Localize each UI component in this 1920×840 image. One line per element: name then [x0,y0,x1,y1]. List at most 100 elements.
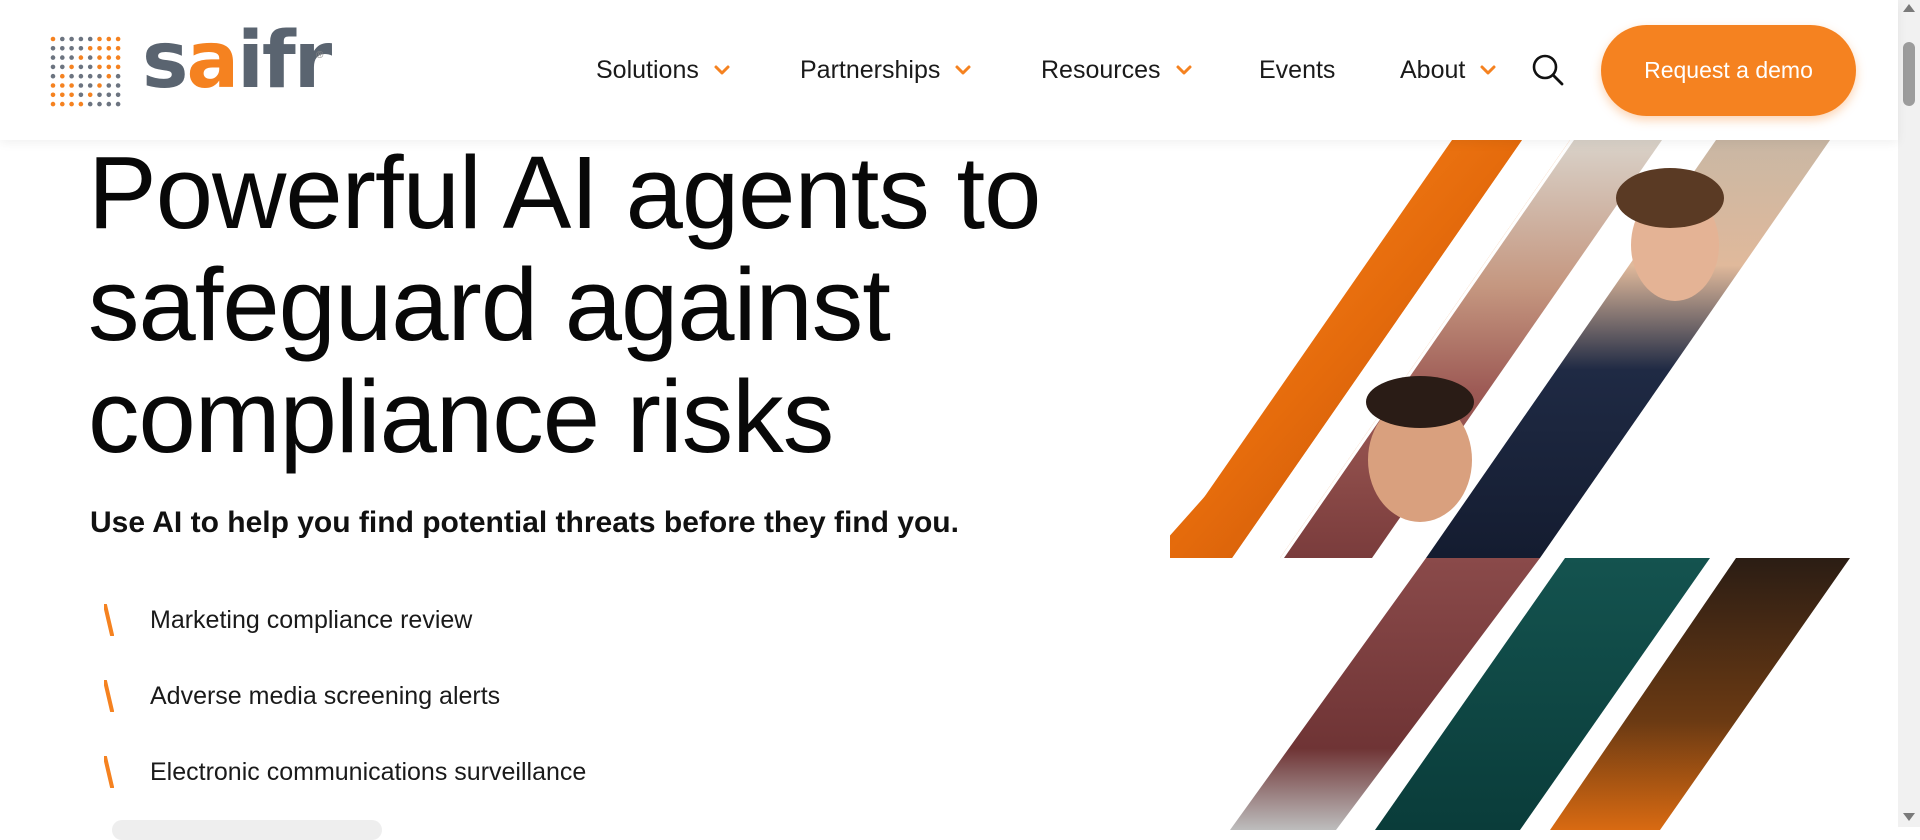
feature-text: Electronic communications surveillance [150,757,587,786]
logo-dot [50,101,56,107]
logo-dot [97,55,102,60]
nav-item-about[interactable]: About [1400,52,1497,88]
logo-dot [115,101,121,107]
logo-dot [78,64,84,70]
logo-dot [78,83,84,88]
nav-item-solutions[interactable]: Solutions [596,52,731,88]
hero-title-line: safeguard against [88,247,891,362]
registered-mark: ® [316,50,324,61]
scroll-thumb[interactable] [1903,42,1915,106]
nav-item-partnerships[interactable]: Partnerships [800,52,972,88]
logo-dot [60,92,65,98]
logo-dot [69,55,74,60]
hero-title-line: Powerful AI agents to [88,135,1041,250]
nav-label: Events [1259,55,1336,84]
logo-dot [106,73,112,79]
logo-dot [87,101,93,107]
logo-dot [78,46,84,51]
hero-title: Powerful AI agents to safeguard against … [88,137,1128,473]
logo-dot [60,64,65,70]
chevron-down-icon [714,65,730,75]
logo-dot [69,46,74,51]
dot-grid-icon [50,36,121,107]
logo-dot [97,36,102,42]
logo-dot [60,55,65,60]
logo-dot [50,92,56,98]
logo-dot [60,73,65,79]
logo-dot [87,83,93,88]
logo-dot [106,46,112,51]
hero-title-line: compliance risks [88,359,834,474]
scroll-down-arrow-icon[interactable] [1903,813,1915,821]
logo-dot [50,83,56,88]
chevron-down-icon [955,65,971,75]
logo-dot [106,101,112,107]
nav-label: Solutions [596,55,699,84]
slash-bullet-icon [104,680,114,712]
logo-wordmark: saifr [142,16,332,106]
logo-dot [97,101,102,107]
logo-dot [115,55,121,60]
logo-dot [78,73,84,79]
logo-dot [87,92,93,98]
logo-dot [106,64,112,70]
logo-dot [69,83,74,88]
nav-item-resources[interactable]: Resources [1041,52,1193,88]
logo-dot [115,73,121,79]
nav-label: About [1400,55,1466,84]
logo-dot [50,36,56,42]
logo-dot [50,73,56,79]
saifr-logo[interactable]: saifr ® [48,22,338,110]
logo-dot [69,73,74,79]
chevron-down-icon [1176,65,1191,75]
logo-dot [115,92,121,98]
logo-dot [60,83,65,88]
feature-text: Adverse media screening alerts [150,681,501,710]
nav-label: Partnerships [800,55,941,84]
logo-dot [115,46,121,51]
logo-dot [97,46,102,51]
logo-dot [50,64,56,70]
hero-subtitle: Use AI to help you find potential threat… [90,506,959,539]
logo-dot [60,36,65,42]
request-demo-button[interactable]: Request a demo [1601,25,1856,116]
logo-dot [106,92,112,98]
chevron-down-icon [1480,65,1496,75]
logo-dot [97,73,102,79]
feature-text: Marketing compliance review [150,605,473,634]
logo-dot [106,55,112,60]
partially-visible-button[interactable] [112,820,382,840]
logo-dot [87,55,93,60]
logo-dot [60,101,65,107]
logo-dot [97,83,102,88]
logo-dot [50,46,56,51]
logo-dot [60,46,65,51]
page-scrollbar[interactable] [1898,0,1920,827]
slash-bullet-icon [104,604,114,636]
logo-dot [69,36,74,42]
logo-dot [97,92,102,98]
logo-dot [115,36,121,42]
logo-dot [78,101,84,107]
logo-dot [87,73,93,79]
logo-dot [87,46,93,51]
logo-dot [69,64,74,70]
logo-dot [115,83,121,88]
people-collage-image [1170,140,1850,830]
nav-label: Resources [1041,55,1161,84]
logo-dot [69,92,74,98]
logo-dot [78,55,84,60]
nav-item-events[interactable]: Events [1259,52,1335,88]
logo-dot [106,36,112,42]
site-header: saifr ® Solutions Partnerships Resources… [0,0,1898,140]
scroll-up-arrow-icon[interactable] [1903,4,1915,12]
logo-dot [78,36,84,42]
slash-bullet-icon [104,756,114,788]
logo-dot [87,36,93,42]
search-icon[interactable] [1530,52,1566,88]
logo-dot [50,55,56,60]
logo-dot [87,64,93,70]
logo-dot [78,92,84,98]
logo-dot [115,64,121,70]
logo-dot [106,83,112,88]
